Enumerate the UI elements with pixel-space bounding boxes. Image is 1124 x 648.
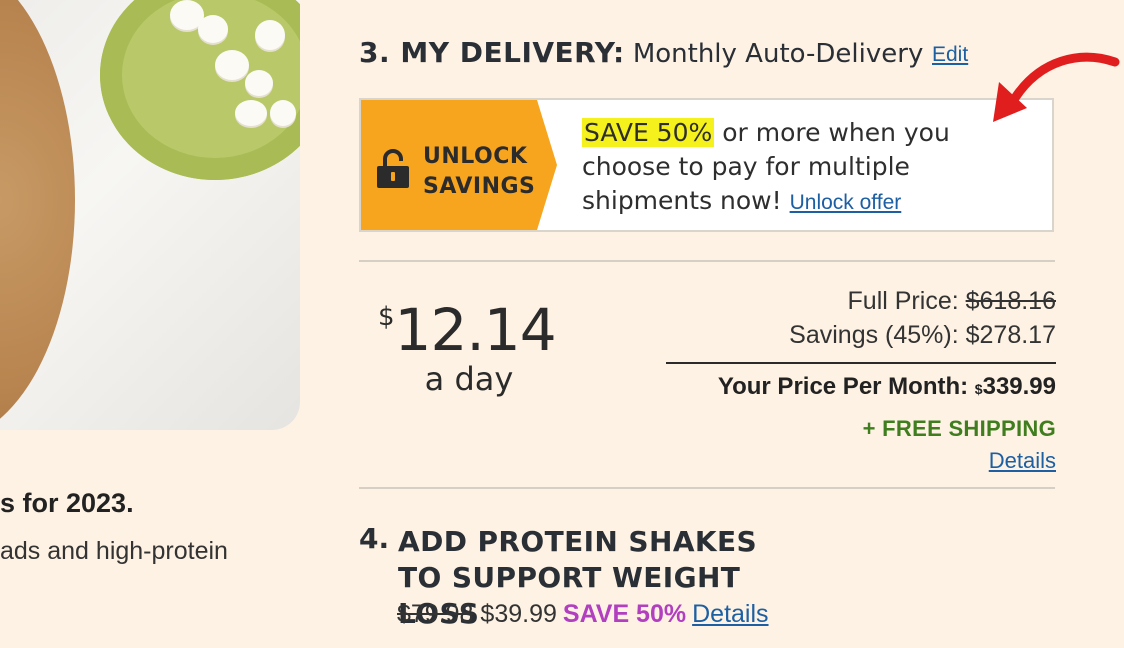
price-per-day-amount: 12.14 bbox=[394, 296, 557, 364]
full-price-value: $618.16 bbox=[965, 287, 1056, 315]
section-divider bbox=[359, 487, 1055, 489]
tag-line-2: SAVINGS bbox=[423, 174, 536, 199]
savings-value: $278.17 bbox=[965, 321, 1056, 349]
popcorn-piece bbox=[270, 100, 296, 126]
left-heading-fragment: s for 2023. bbox=[0, 488, 134, 518]
free-shipping-badge: + FREE SHIPPING bbox=[862, 416, 1056, 441]
wooden-board bbox=[0, 0, 75, 430]
price-breakdown: Full Price: $618.16 Savings (45%): $278.… bbox=[666, 284, 1056, 475]
tag-line-1: UNLOCK bbox=[423, 144, 528, 169]
save-badge: SAVE 50% bbox=[562, 600, 687, 628]
your-price-row: Your Price Per Month: $339.99 bbox=[666, 362, 1056, 404]
protein-details-link[interactable]: Details bbox=[692, 600, 768, 628]
price-per-day-label: a day bbox=[424, 360, 514, 398]
unlock-savings-tag: UNLOCK SAVINGS bbox=[361, 100, 557, 230]
unlock-savings-promo: UNLOCK SAVINGS SAVE 50% or more when you… bbox=[359, 98, 1054, 232]
promo-highlight: SAVE 50% bbox=[582, 118, 715, 147]
unlock-offer-link[interactable]: Unlock offer bbox=[790, 191, 902, 214]
price-currency: $ bbox=[378, 302, 395, 332]
price-details-link[interactable]: Details bbox=[989, 448, 1056, 474]
popcorn-piece bbox=[235, 100, 267, 126]
red-arrow-icon bbox=[993, 52, 1120, 122]
product-photo bbox=[0, 0, 300, 430]
popcorn-piece bbox=[215, 50, 249, 80]
promo-copy: SAVE 50% or more when you choose to pay … bbox=[582, 116, 1042, 220]
section-divider bbox=[359, 260, 1055, 262]
full-price-row: Full Price: $618.16 bbox=[666, 284, 1056, 318]
new-price: $39.99 bbox=[480, 600, 557, 628]
your-price-label: Your Price Per Month: bbox=[717, 373, 975, 400]
savings-label: Savings (45%): bbox=[789, 321, 966, 349]
protein-shake-price: $79.98 $39.99 SAVE 50% Details bbox=[397, 600, 769, 629]
step4-title-line-1: ADD PROTEIN SHAKES bbox=[398, 525, 758, 558]
popcorn-piece bbox=[198, 15, 228, 43]
lock-icon bbox=[377, 149, 409, 188]
price-per-day: $12.14 bbox=[378, 296, 557, 364]
old-price: $79.98 bbox=[397, 600, 474, 628]
delivery-value: Monthly Auto-Delivery bbox=[632, 39, 924, 69]
popcorn-piece bbox=[245, 70, 273, 96]
delivery-heading: 3. MY DELIVERY: Monthly Auto-Delivery bbox=[359, 36, 923, 70]
your-price-currency: $ bbox=[974, 381, 983, 397]
edit-delivery-link[interactable]: Edit bbox=[932, 43, 968, 67]
unlock-savings-text: UNLOCK SAVINGS bbox=[423, 142, 535, 202]
your-price-value: 339.99 bbox=[982, 373, 1056, 400]
full-price-label: Full Price: bbox=[847, 287, 966, 315]
step4-number: 4. bbox=[359, 522, 390, 555]
delivery-label: 3. MY DELIVERY: bbox=[359, 36, 625, 69]
popcorn-piece bbox=[255, 20, 285, 50]
left-body-fragment: ads and high-protein bbox=[0, 537, 228, 565]
savings-row: Savings (45%): $278.17 bbox=[666, 318, 1056, 352]
